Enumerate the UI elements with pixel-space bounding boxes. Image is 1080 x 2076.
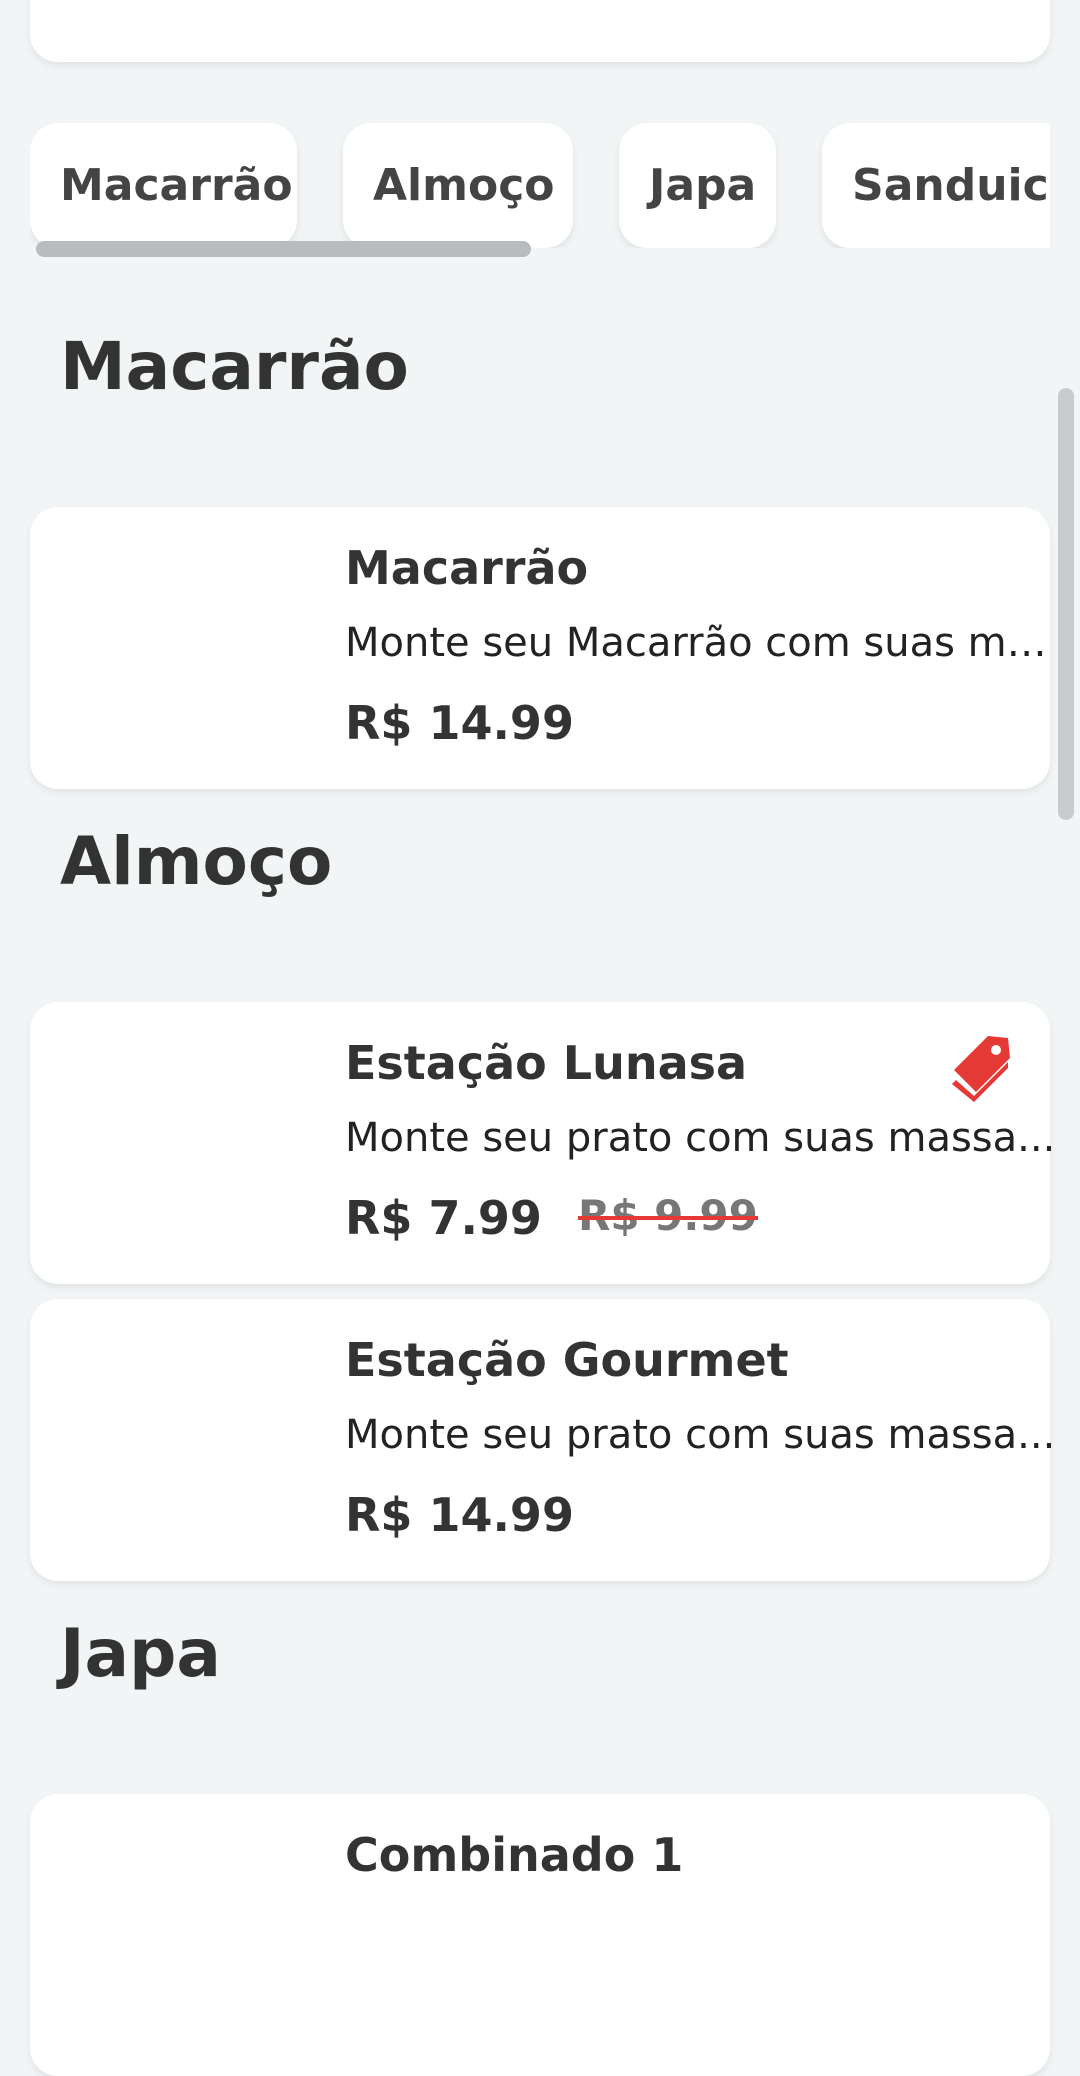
category-tab-almoco[interactable]: Almoço xyxy=(343,123,573,248)
menu-item-price: R$ 14.99 xyxy=(345,696,574,750)
menu-item-card[interactable]: Combinado 1 xyxy=(30,1794,1050,2076)
category-tabs[interactable]: Macarrão Almoço Japa Sanduich xyxy=(30,123,1050,248)
menu-item-name: Combinado 1 xyxy=(345,1828,684,1882)
menu-item-description: Monte seu prato com suas massa... xyxy=(345,1412,1056,1458)
page-scrollbar[interactable] xyxy=(1058,388,1074,820)
tag-icon xyxy=(952,1036,1010,1102)
category-tab-japa[interactable]: Japa xyxy=(619,123,776,248)
menu-item-card[interactable]: Estação Lunasa Monte seu prato com suas … xyxy=(30,1002,1055,1284)
menu-item-card[interactable]: Estação Gourmet Monte seu prato com suas… xyxy=(30,1299,1055,1581)
category-tab-label: Japa xyxy=(649,160,757,211)
menu-item-price: R$ 7.99 xyxy=(345,1191,542,1245)
section-title-macarrao: Macarrão xyxy=(60,328,409,405)
category-tab-label: Sanduich xyxy=(852,160,1050,211)
menu-item-description: Monte seu prato com suas massa... xyxy=(345,1115,1056,1161)
category-tab-label: Almoço xyxy=(373,160,555,211)
menu-item-price: R$ 14.99 xyxy=(345,1488,574,1542)
category-tab-label: Macarrão xyxy=(60,160,293,211)
restaurant-info-card xyxy=(30,0,1050,62)
menu-item-description: Monte seu Macarrão com suas ma... xyxy=(345,620,1065,666)
section-title-almoco: Almoço xyxy=(60,823,333,900)
category-tab-sanduiche[interactable]: Sanduich xyxy=(822,123,1050,248)
menu-item-old-price: R$ 9.99 xyxy=(578,1191,758,1240)
menu-item-card[interactable]: Macarrão Monte seu Macarrão com suas ma.… xyxy=(30,507,1065,789)
category-tab-macarrao[interactable]: Macarrão xyxy=(30,123,297,248)
menu-item-name: Macarrão xyxy=(345,541,589,595)
section-title-japa: Japa xyxy=(60,1615,221,1692)
menu-item-name: Estação Lunasa xyxy=(345,1036,748,1090)
menu-item-name: Estação Gourmet xyxy=(345,1333,789,1387)
category-tabs-scrollbar[interactable] xyxy=(36,241,531,257)
